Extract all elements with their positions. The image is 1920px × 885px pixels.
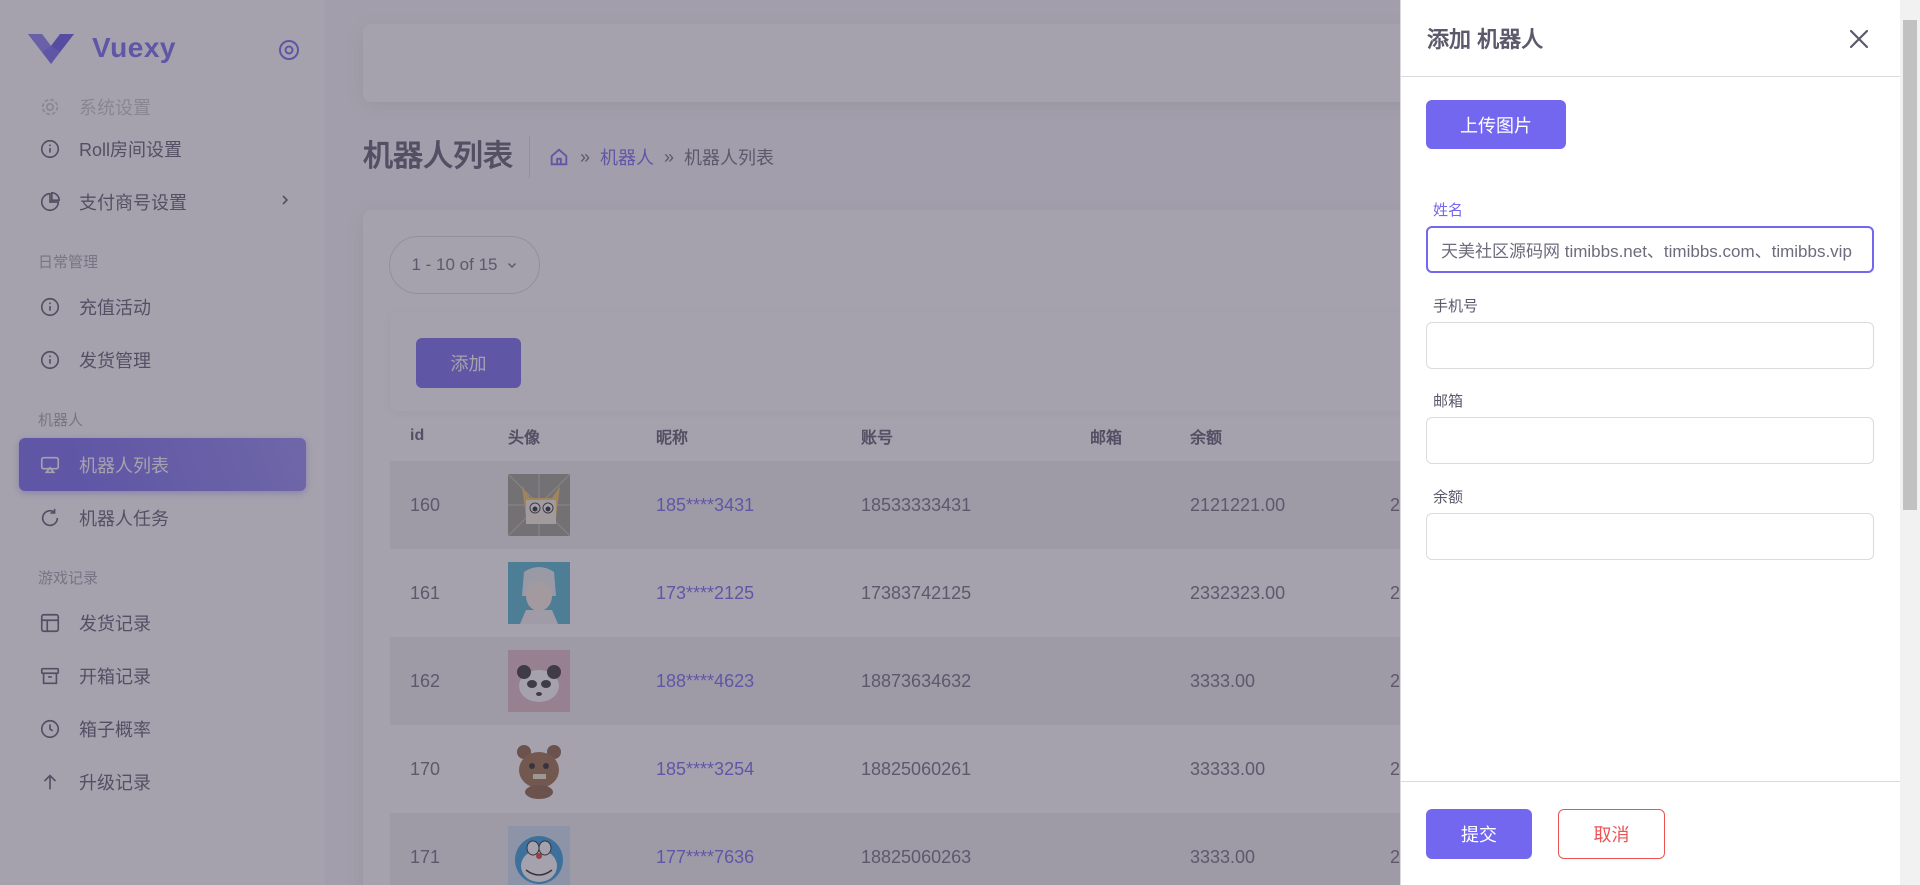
offcanvas-footer: 提交 取消 — [1401, 781, 1900, 885]
name-label: 姓名 — [1433, 202, 1464, 219]
close-icon[interactable] — [1848, 28, 1870, 50]
offcanvas-title: 添加 机器人 — [1427, 27, 1544, 52]
name-input[interactable] — [1426, 226, 1874, 273]
balance-field-group: 余额 — [1426, 486, 1874, 560]
upload-image-button[interactable]: 上传图片 — [1426, 100, 1566, 149]
balance-input[interactable] — [1426, 513, 1874, 560]
phone-field-group: 手机号 — [1426, 295, 1874, 369]
email-label: 邮箱 — [1433, 393, 1464, 410]
email-field-group: 邮箱 — [1426, 390, 1874, 464]
phone-label: 手机号 — [1433, 298, 1479, 315]
name-field-group: 姓名 — [1426, 199, 1874, 273]
scrollbar-thumb[interactable] — [1903, 20, 1917, 510]
submit-button[interactable]: 提交 — [1426, 809, 1532, 859]
add-robot-offcanvas: 添加 机器人 上传图片 姓名 手机号 邮箱 余额 提交 取消 — [1400, 0, 1900, 885]
page-scrollbar[interactable] — [1900, 0, 1920, 885]
balance-label: 余额 — [1433, 489, 1464, 506]
offcanvas-header: 添加 机器人 — [1401, 0, 1900, 77]
cancel-button[interactable]: 取消 — [1558, 809, 1665, 859]
phone-input[interactable] — [1426, 322, 1874, 369]
email-input[interactable] — [1426, 417, 1874, 464]
